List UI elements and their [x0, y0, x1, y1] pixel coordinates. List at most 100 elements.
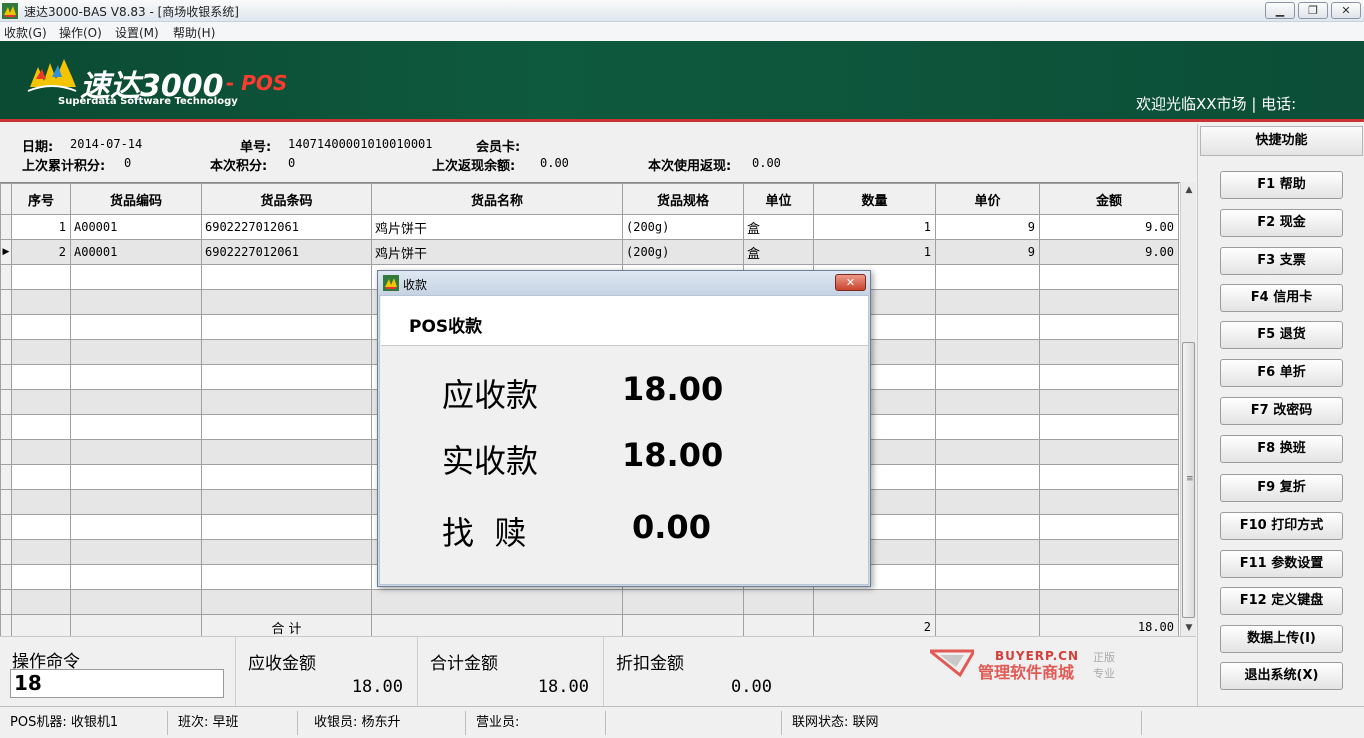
scroll-thumb[interactable]: ≡ — [1182, 342, 1195, 618]
f5-return-button[interactable]: F5 退货 — [1220, 321, 1343, 349]
restore-icon: ❐ — [1308, 4, 1318, 17]
order-no-value: 14071400001010010001 — [288, 137, 433, 151]
close-icon: ✕ — [1341, 4, 1351, 17]
app-logo-icon — [2, 3, 18, 19]
date-value: 2014-07-14 — [70, 137, 143, 151]
status-network: 联网状态: 联网 — [782, 711, 1142, 735]
f4-credit-card-button[interactable]: F4 信用卡 — [1220, 284, 1343, 312]
receivable-value: 18.00 — [351, 677, 403, 697]
status-cashier: 收银员: 杨东升 — [304, 711, 466, 735]
f11-parameter-settings-button[interactable]: F11 参数设置 — [1220, 550, 1343, 578]
cell-spec[interactable]: (200g) — [622, 214, 744, 240]
watermark-tag-professional: 专业 — [1093, 667, 1115, 680]
total-qty: 2 — [813, 614, 936, 636]
f6-discount-button[interactable]: F6 单折 — [1220, 359, 1343, 387]
f3-cheque-button[interactable]: F3 支票 — [1220, 247, 1343, 275]
menu-item-settings[interactable]: 设置(M) — [115, 24, 159, 41]
logo-pos: - POS — [226, 71, 288, 95]
close-icon: ✕ — [845, 276, 856, 289]
row-indicator-header — [0, 183, 12, 215]
total-section: 合计金额 18.00 — [418, 637, 604, 707]
menu-item-operation[interactable]: 操作(O) — [59, 24, 102, 41]
menu-item-payment[interactable]: 收款(G) — [4, 24, 47, 41]
title-bar: 速达3000-BAS V8.83 - [商场收银系统] ▁ ❐ ✕ — [0, 0, 1364, 22]
f10-print-mode-button[interactable]: F10 打印方式 — [1220, 512, 1343, 540]
member-card-label: 会员卡: — [476, 140, 521, 155]
table-row[interactable]: ▶ 2 A00001 6902227012061 鸡片饼干 (200g) 盒 1… — [0, 239, 1179, 265]
menu-item-help[interactable]: 帮助(H) — [173, 24, 215, 41]
cell-spec[interactable]: (200g) — [622, 239, 744, 265]
cell-no[interactable]: 2 — [11, 239, 71, 265]
cell-price[interactable]: 9 — [935, 214, 1040, 240]
cell-amount[interactable]: 9.00 — [1039, 214, 1179, 240]
cell-code[interactable]: A00001 — [70, 214, 202, 240]
f9-rediscount-button[interactable]: F9 复折 — [1220, 474, 1343, 502]
amount-received-value[interactable]: 18.00 — [622, 436, 723, 474]
cur-cashback-label: 本次使用返现: — [648, 159, 732, 174]
f8-shift-change-button[interactable]: F8 换班 — [1220, 435, 1343, 463]
cell-qty[interactable]: 1 — [813, 214, 936, 240]
shortcut-panel: 快捷功能 F1 帮助 F2 现金 F3 支票 F4 信用卡 F5 退货 F6 单… — [1197, 124, 1364, 706]
total-amount: 18.00 — [1039, 614, 1179, 636]
col-header-unit[interactable]: 单位 — [743, 183, 814, 215]
receivable-section: 应收金额 18.00 — [236, 637, 418, 707]
col-header-barcode[interactable]: 货品条码 — [201, 183, 372, 215]
col-header-qty[interactable]: 数量 — [813, 183, 936, 215]
status-pos-machine: POS机器: 收银机1 — [0, 711, 168, 735]
minimize-button[interactable]: ▁ — [1265, 2, 1295, 19]
cell-barcode[interactable]: 6902227012061 — [201, 239, 372, 265]
payment-dialog[interactable]: 收款 ✕ POS收款 应收款 18.00 实收款 18.00 找 赎 0.00 — [377, 270, 871, 587]
grid-vertical-scrollbar[interactable]: ▲ ≡ ▼ — [1180, 182, 1196, 636]
cell-name[interactable]: 鸡片饼干 — [371, 214, 623, 240]
col-header-name[interactable]: 货品名称 — [371, 183, 623, 215]
cell-unit[interactable]: 盒 — [743, 214, 814, 240]
cell-code[interactable]: A00001 — [70, 239, 202, 265]
table-header-row: 序号 货品编码 货品条码 货品名称 货品规格 单位 数量 单价 金额 — [0, 183, 1179, 215]
prev-cashback-value: 0.00 — [540, 156, 569, 170]
amount-received-label: 实收款 — [442, 442, 539, 480]
data-upload-button[interactable]: 数据上传(I) — [1220, 625, 1343, 653]
date-label: 日期: — [22, 140, 54, 155]
discount-section: 折扣金额 0.00 — [604, 637, 786, 707]
f7-change-password-button[interactable]: F7 改密码 — [1220, 397, 1343, 425]
minimize-icon: ▁ — [1275, 4, 1285, 17]
prev-cashback-label: 上次返现余额: — [432, 159, 516, 174]
f12-define-keyboard-button[interactable]: F12 定义键盘 — [1220, 587, 1343, 615]
dialog-heading: POS收款 — [409, 317, 483, 337]
empty-row[interactable] — [0, 589, 1179, 615]
f2-cash-button[interactable]: F2 现金 — [1220, 209, 1343, 237]
col-header-price[interactable]: 单价 — [935, 183, 1040, 215]
scroll-up-icon[interactable]: ▲ — [1181, 182, 1197, 198]
cell-barcode[interactable]: 6902227012061 — [201, 214, 372, 240]
cell-unit[interactable]: 盒 — [743, 239, 814, 265]
exit-system-button[interactable]: 退出系统(X) — [1220, 662, 1343, 690]
col-header-no[interactable]: 序号 — [11, 183, 71, 215]
f1-help-button[interactable]: F1 帮助 — [1220, 171, 1343, 199]
restore-button[interactable]: ❐ — [1298, 2, 1328, 19]
close-button[interactable]: ✕ — [1331, 2, 1361, 19]
header-banner: 速达3000 - POS Superdata Software Technolo… — [0, 41, 1364, 122]
col-header-code[interactable]: 货品编码 — [70, 183, 202, 215]
dialog-title: 收款 — [403, 278, 428, 292]
total-amount-value: 18.00 — [537, 677, 589, 697]
status-bar: POS机器: 收银机1 班次: 早班 收银员: 杨东升 营业员: 联网状态: 联… — [0, 706, 1364, 738]
status-shift: 班次: 早班 — [168, 711, 298, 735]
cell-price[interactable]: 9 — [935, 239, 1040, 265]
cell-amount[interactable]: 9.00 — [1039, 239, 1179, 265]
table-row[interactable]: 1 A00001 6902227012061 鸡片饼干 (200g) 盒 1 9… — [0, 214, 1179, 240]
watermark-title: 管理软件商城 — [978, 663, 1075, 682]
dialog-close-button[interactable]: ✕ — [835, 274, 866, 291]
col-header-spec[interactable]: 货品规格 — [622, 183, 744, 215]
cell-qty[interactable]: 1 — [813, 239, 936, 265]
receivable-label: 应收金额 — [248, 654, 316, 674]
command-input[interactable]: 18 — [10, 669, 224, 698]
scroll-down-icon[interactable]: ▼ — [1181, 620, 1197, 636]
change-label: 找 赎 — [442, 514, 527, 552]
col-header-amount[interactable]: 金额 — [1039, 183, 1179, 215]
cell-name[interactable]: 鸡片饼干 — [371, 239, 623, 265]
dialog-title-bar[interactable]: 收款 ✕ — [378, 271, 870, 295]
cell-no[interactable]: 1 — [11, 214, 71, 240]
cur-points-label: 本次积分: — [210, 159, 268, 174]
status-blank — [606, 711, 782, 735]
cur-cashback-value: 0.00 — [752, 156, 781, 170]
